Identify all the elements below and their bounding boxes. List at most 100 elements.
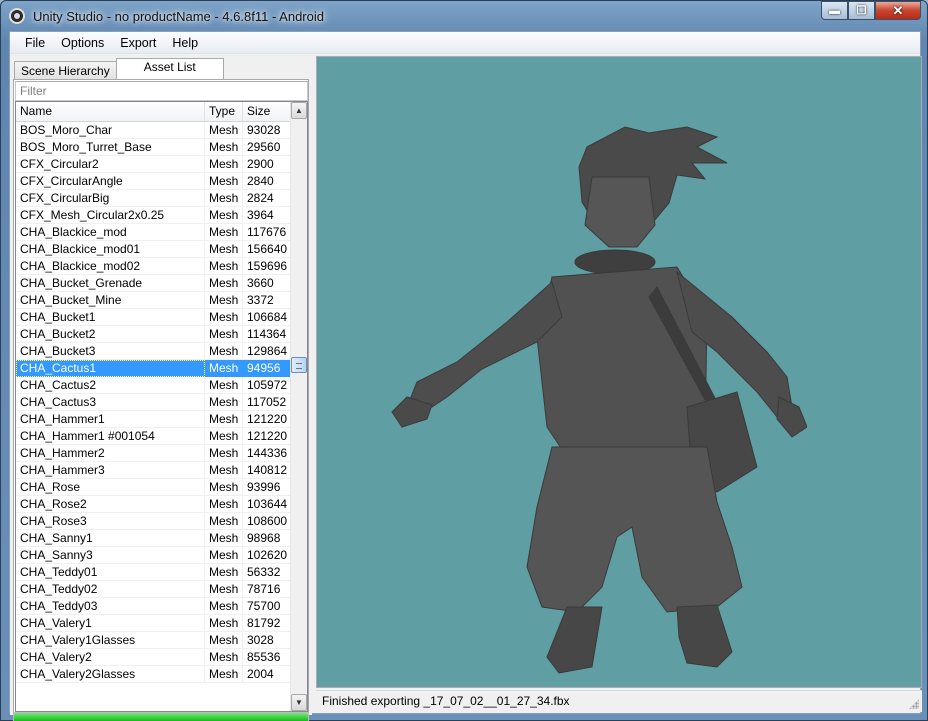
- list-item[interactable]: CHA_Valery1 Mesh 81792: [16, 615, 307, 632]
- list-item[interactable]: CHA_Bucket3 Mesh 129864: [16, 343, 307, 360]
- asset-type-cell: Mesh: [205, 496, 243, 513]
- asset-name-cell: CHA_Blackice_mod: [16, 224, 205, 241]
- menu-file[interactable]: File: [10, 32, 53, 54]
- window-controls: ▬ ❐ ✕: [821, 1, 921, 20]
- scroll-down-button[interactable]: ▼: [291, 694, 307, 711]
- close-button[interactable]: ✕: [875, 1, 921, 20]
- asset-name-cell: BOS_Moro_Char: [16, 122, 205, 139]
- column-header-type[interactable]: Type: [205, 102, 243, 121]
- list-item[interactable]: CHA_Bucket_Mine Mesh 3372: [16, 292, 307, 309]
- title-bar[interactable]: Unity Studio - no productName - 4.6.8f11…: [1, 1, 927, 31]
- menu-options[interactable]: Options: [53, 32, 112, 54]
- list-item[interactable]: CHA_Cactus2 Mesh 105972: [16, 377, 307, 394]
- asset-list[interactable]: Name Type Size BOS_Moro_Char Mesh 93028 BOS…: [15, 101, 308, 712]
- asset-size-cell: 29560: [243, 139, 291, 156]
- list-item[interactable]: CHA_Valery2 Mesh 85536: [16, 649, 307, 666]
- asset-size-cell: 129864: [243, 343, 291, 360]
- list-item[interactable]: CHA_Bucket2 Mesh 114364: [16, 326, 307, 343]
- scroll-up-button[interactable]: ▲: [291, 102, 307, 119]
- asset-size-cell: 56332: [243, 564, 291, 581]
- list-item[interactable]: CHA_Blackice_mod Mesh 117676: [16, 224, 307, 241]
- list-item[interactable]: CHA_Rose2 Mesh 103644: [16, 496, 307, 513]
- asset-type-cell: Mesh: [205, 615, 243, 632]
- list-item[interactable]: CHA_Hammer2 Mesh 144336: [16, 445, 307, 462]
- asset-name-cell: CFX_Circular2: [16, 156, 205, 173]
- scroll-thumb[interactable]: [291, 357, 307, 373]
- asset-name-cell: CHA_Hammer3: [16, 462, 205, 479]
- app-window: Unity Studio - no productName - 4.6.8f11…: [0, 0, 928, 721]
- asset-name-cell: CHA_Hammer2: [16, 445, 205, 462]
- asset-name-cell: CHA_Valery2: [16, 649, 205, 666]
- menu-export[interactable]: Export: [112, 32, 164, 54]
- asset-name-cell: BOS_Moro_Turret_Base: [16, 139, 205, 156]
- asset-type-cell: Mesh: [205, 326, 243, 343]
- list-header: Name Type Size: [16, 102, 307, 122]
- list-item[interactable]: CHA_Hammer1 Mesh 121220: [16, 411, 307, 428]
- column-header-size[interactable]: Size: [243, 102, 291, 121]
- list-item[interactable]: CFX_Mesh_Circular2x0.25 Mesh 3964: [16, 207, 307, 224]
- asset-name-cell: CHA_Teddy02: [16, 581, 205, 598]
- list-item[interactable]: CHA_Rose3 Mesh 108600: [16, 513, 307, 530]
- list-item[interactable]: CHA_Cactus3 Mesh 117052: [16, 394, 307, 411]
- asset-type-cell: Mesh: [205, 394, 243, 411]
- list-item[interactable]: CHA_Bucket1 Mesh 106684: [16, 309, 307, 326]
- asset-type-cell: Mesh: [205, 207, 243, 224]
- list-item[interactable]: CHA_Rose Mesh 93996: [16, 479, 307, 496]
- asset-type-cell: Mesh: [205, 139, 243, 156]
- asset-type-cell: Mesh: [205, 666, 243, 683]
- left-panel: Scene Hierarchy Asset List Filter Name T…: [10, 54, 312, 721]
- asset-name-cell: CHA_Rose2: [16, 496, 205, 513]
- maximize-button[interactable]: ❐: [848, 1, 875, 20]
- asset-size-cell: 106684: [243, 309, 291, 326]
- list-item[interactable]: CHA_Valery2Glasses Mesh 2004: [16, 666, 307, 683]
- asset-type-cell: Mesh: [205, 275, 243, 292]
- list-item[interactable]: CFX_Circular2 Mesh 2900: [16, 156, 307, 173]
- list-item[interactable]: CFX_CircularAngle Mesh 2840: [16, 173, 307, 190]
- asset-name-cell: CHA_Blackice_mod02: [16, 258, 205, 275]
- asset-size-cell: 93996: [243, 479, 291, 496]
- menu-help[interactable]: Help: [164, 32, 206, 54]
- resize-grip-icon[interactable]: [909, 699, 919, 709]
- filter-input[interactable]: Filter: [15, 81, 308, 101]
- column-header-name[interactable]: Name: [16, 102, 205, 121]
- list-item[interactable]: CFX_CircularBig Mesh 2824: [16, 190, 307, 207]
- asset-type-cell: Mesh: [205, 292, 243, 309]
- list-item[interactable]: CHA_Cactus1 Mesh 94956: [16, 360, 307, 377]
- asset-name-cell: CHA_Cactus3: [16, 394, 205, 411]
- list-item[interactable]: CHA_Hammer1 #001054 Mesh 121220: [16, 428, 307, 445]
- list-item[interactable]: CHA_Bucket_Grenade Mesh 3660: [16, 275, 307, 292]
- tab-asset-list[interactable]: Asset List: [115, 58, 224, 80]
- list-item[interactable]: BOS_Moro_Turret_Base Mesh 29560: [16, 139, 307, 156]
- asset-name-cell: CHA_Teddy01: [16, 564, 205, 581]
- asset-size-cell: 98968: [243, 530, 291, 547]
- asset-type-cell: Mesh: [205, 598, 243, 615]
- list-item[interactable]: CHA_Sanny1 Mesh 98968: [16, 530, 307, 547]
- tab-scene-hierarchy[interactable]: Scene Hierarchy: [14, 61, 117, 80]
- list-item[interactable]: CHA_Teddy02 Mesh 78716: [16, 581, 307, 598]
- asset-size-cell: 3372: [243, 292, 291, 309]
- asset-type-cell: Mesh: [205, 479, 243, 496]
- asset-type-cell: Mesh: [205, 445, 243, 462]
- list-item[interactable]: CHA_Sanny3 Mesh 102620: [16, 547, 307, 564]
- asset-size-cell: 75700: [243, 598, 291, 615]
- asset-name-cell: CHA_Sanny3: [16, 547, 205, 564]
- minimize-button[interactable]: ▬: [821, 1, 848, 20]
- list-item[interactable]: CHA_Teddy03 Mesh 75700: [16, 598, 307, 615]
- list-item[interactable]: CHA_Teddy01 Mesh 56332: [16, 564, 307, 581]
- asset-name-cell: CHA_Cactus1: [16, 360, 205, 377]
- status-bar: Finished exporting _17_07_02__01_27_34.f…: [316, 690, 922, 712]
- list-item[interactable]: CHA_Hammer3 Mesh 140812: [16, 462, 307, 479]
- asset-name-cell: CFX_CircularAngle: [16, 173, 205, 190]
- asset-size-cell: 81792: [243, 615, 291, 632]
- list-item[interactable]: BOS_Moro_Char Mesh 93028: [16, 122, 307, 139]
- asset-name-cell: CHA_Valery1Glasses: [16, 632, 205, 649]
- list-item[interactable]: CHA_Blackice_mod01 Mesh 156640: [16, 241, 307, 258]
- asset-size-cell: 78716: [243, 581, 291, 598]
- list-item[interactable]: CHA_Valery1Glasses Mesh 3028: [16, 632, 307, 649]
- asset-type-cell: Mesh: [205, 309, 243, 326]
- menu-bar: File Options Export Help: [10, 32, 920, 54]
- vertical-scrollbar[interactable]: ▲ ▼: [290, 102, 307, 711]
- model-preview[interactable]: [316, 56, 922, 688]
- list-item[interactable]: CHA_Blackice_mod02 Mesh 159696: [16, 258, 307, 275]
- asset-size-cell: 117676: [243, 224, 291, 241]
